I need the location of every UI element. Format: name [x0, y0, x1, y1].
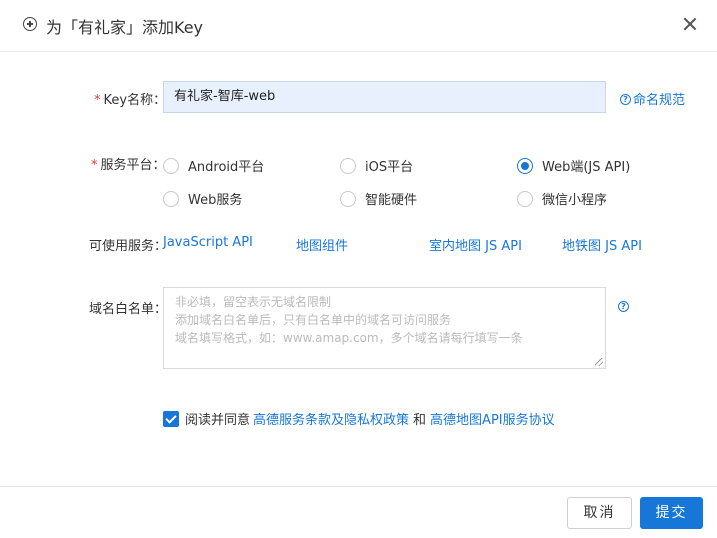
placeholder-line: 域名填写格式，如：www.amap.com，多个域名请每行填写一条: [175, 331, 523, 345]
radio-circle: [340, 157, 356, 174]
terms-privacy-link[interactable]: 高德服务条款及隐私权政策: [253, 409, 409, 428]
dialog-title: 为「有礼家」添加Key: [46, 18, 204, 37]
api-service-agreement-link[interactable]: 高德地图API服务协议: [430, 409, 555, 428]
service-indoor-map[interactable]: 室内地图 JS API: [429, 235, 522, 254]
cancel-button[interactable]: 取消: [567, 497, 632, 529]
radio-android[interactable]: Android平台: [163, 156, 264, 175]
domain-whitelist-label: 域名白名单：: [89, 302, 168, 317]
naming-rule-link[interactable]: ? 命名规范: [620, 89, 685, 108]
add-circle-icon: [23, 17, 37, 31]
radio-wechat-mini-program[interactable]: 微信小程序: [517, 189, 607, 208]
radio-circle: [163, 157, 179, 174]
domain-help-icon[interactable]: ?: [618, 301, 629, 312]
radio-label: Web端(JS API): [542, 160, 631, 175]
agreement-row: 阅读并同意 高德服务条款及隐私权政策 和 高德地图API服务协议: [163, 409, 555, 428]
help-icon: ?: [620, 94, 631, 105]
radio-label: 智能硬件: [365, 193, 418, 208]
radio-circle: [340, 190, 356, 207]
radio-label: iOS平台: [365, 160, 414, 175]
agreement-conjunction: 和: [413, 413, 427, 428]
dialog-header: 为「有礼家」添加Key: [0, 0, 717, 52]
submit-button[interactable]: 提交: [640, 497, 703, 529]
platform-label-text: 服务平台：: [100, 158, 166, 173]
service-subway-map[interactable]: 地铁图 JS API: [562, 235, 642, 254]
services-label: 可使用服务：: [89, 239, 168, 254]
radio-circle: [517, 190, 533, 207]
domain-whitelist-textarea[interactable]: 非必填，留空表示无域名限制 添加域名白名单后，只有白名单中的域名可访问服务 域名…: [163, 287, 606, 369]
radio-label: Android平台: [188, 160, 265, 175]
radio-web-service[interactable]: Web服务: [163, 189, 242, 208]
placeholder-line: 添加域名白名单后，只有白名单中的域名可访问服务: [175, 313, 452, 327]
service-map-component[interactable]: 地图组件: [296, 235, 348, 254]
platform-label: * 服务平台：: [91, 154, 166, 173]
close-icon[interactable]: [681, 15, 699, 33]
radio-circle: [163, 190, 179, 207]
naming-rule-label: 命名规范: [633, 93, 686, 108]
service-javascript-api[interactable]: JavaScript API: [163, 235, 253, 250]
agreement-checkbox[interactable]: [163, 410, 179, 427]
required-mark: *: [94, 93, 101, 108]
key-name-label-text: Key名称：: [103, 93, 167, 108]
radio-smart-hardware[interactable]: 智能硬件: [340, 189, 417, 208]
placeholder-line: 非必填，留空表示无域名限制: [175, 295, 332, 309]
radio-circle-checked: [517, 157, 533, 174]
radio-label: Web服务: [188, 193, 243, 208]
radio-ios[interactable]: iOS平台: [340, 156, 413, 175]
radio-web-js-api[interactable]: Web端(JS API): [517, 156, 630, 175]
radio-label: 微信小程序: [542, 193, 608, 208]
required-mark: *: [91, 158, 98, 173]
key-name-label: * Key名称：: [94, 89, 166, 108]
agreement-prefix: 阅读并同意: [185, 413, 251, 428]
resize-grip-icon[interactable]: [595, 358, 603, 366]
key-name-input[interactable]: 有礼家-智库-web: [163, 81, 606, 113]
